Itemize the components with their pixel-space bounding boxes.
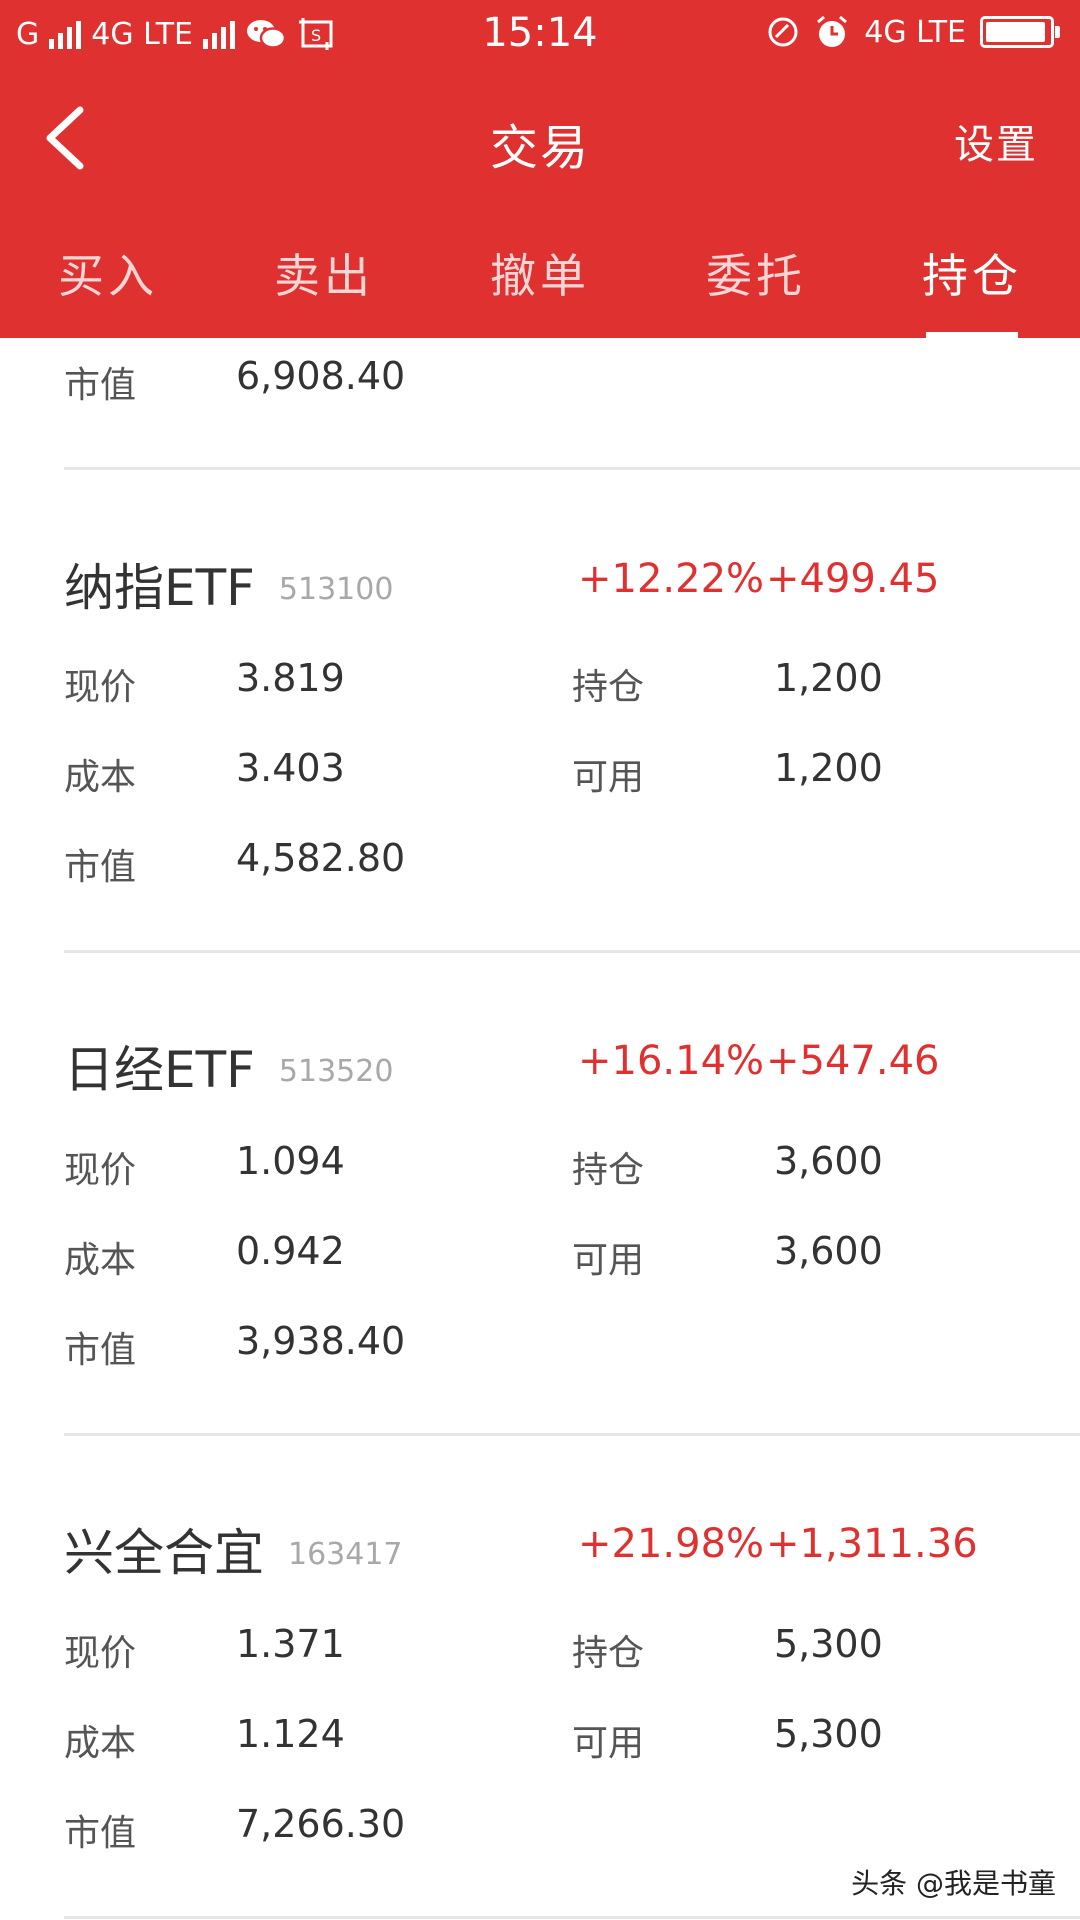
- market-value: 6,908.40: [236, 354, 406, 398]
- current-price: 1.094: [236, 1139, 345, 1183]
- available-qty: 1,200: [774, 746, 883, 790]
- current-price: 1.371: [236, 1622, 345, 1666]
- divider: [64, 950, 1080, 953]
- profit-amount: +1,311.36: [766, 1521, 978, 1567]
- watermark: 头条 @我是书童: [851, 1867, 1056, 1900]
- stock-name-row: 兴全合宜 163417: [64, 1513, 403, 1585]
- price-label: 现价: [64, 1150, 137, 1191]
- available-label: 可用: [572, 757, 645, 798]
- stock-name: 兴全合宜: [64, 1524, 264, 1582]
- title-bar: 交易 设置: [0, 90, 1080, 180]
- market-value-label: 市值: [64, 847, 137, 888]
- available-qty: 5,300: [774, 1712, 883, 1756]
- position-qty: 3,600: [774, 1139, 883, 1183]
- cost-price: 1.124: [236, 1712, 345, 1756]
- divider: [64, 467, 1080, 470]
- available-label: 可用: [572, 1240, 645, 1281]
- alarm-icon: [817, 15, 848, 47]
- settings-button[interactable]: 设置: [954, 112, 1038, 170]
- market-value: 4,582.80: [236, 836, 406, 880]
- profit-amount: +499.45: [766, 556, 940, 602]
- tab-orders[interactable]: 委托: [648, 240, 864, 306]
- position-label: 持仓: [572, 1633, 645, 1674]
- stock-name-row: 纳指ETF 513100: [64, 548, 393, 620]
- cost-label: 成本: [64, 1723, 137, 1764]
- battery-fill: [986, 22, 1045, 42]
- cost-price: 0.942: [236, 1229, 345, 1273]
- profit-percent: +21.98%: [578, 1521, 765, 1567]
- position-label: 持仓: [572, 667, 645, 708]
- stock-name: 日经ETF: [64, 1041, 255, 1099]
- divider: [64, 1916, 1080, 1919]
- price-label: 现价: [64, 667, 137, 708]
- status-right: 4G LTE: [766, 14, 1060, 50]
- current-price: 3.819: [236, 656, 345, 700]
- tab-buy[interactable]: 买入: [0, 240, 216, 306]
- battery-icon: [980, 16, 1060, 48]
- stock-code: 513520: [278, 1054, 394, 1089]
- app-header: G 4G LTE S 15:14 4G LTE 交易 设置 买入 卖出 撤单 委…: [0, 0, 1080, 338]
- tab-cancel[interactable]: 撤单: [432, 240, 648, 306]
- market-value-label: 市值: [64, 365, 137, 406]
- network-label-2: 4G LTE: [864, 14, 966, 50]
- available-label: 可用: [572, 1723, 645, 1764]
- stock-code: 163417: [288, 1537, 403, 1572]
- position-qty: 5,300: [774, 1622, 883, 1666]
- market-value: 7,266.30: [236, 1802, 406, 1846]
- holdings-list: 市值 6,908.40 纳指ETF 513100 +12.22% +499.45 …: [0, 338, 1080, 1920]
- tab-holdings[interactable]: 持仓: [864, 240, 1080, 306]
- profit-percent: +16.14%: [578, 1038, 765, 1084]
- cost-label: 成本: [64, 757, 137, 798]
- tab-bar: 买入 卖出 撤单 委托 持仓: [0, 230, 1080, 338]
- profit-amount: +547.46: [766, 1038, 940, 1084]
- position-qty: 1,200: [774, 656, 883, 700]
- tab-sell[interactable]: 卖出: [216, 240, 432, 306]
- stock-code: 513100: [278, 572, 394, 607]
- divider: [64, 1433, 1080, 1436]
- position-label: 持仓: [572, 1150, 645, 1191]
- stock-name-row: 日经ETF 513520: [64, 1030, 393, 1102]
- market-value: 3,938.40: [236, 1319, 406, 1363]
- nfc-icon: [768, 17, 798, 47]
- cost-label: 成本: [64, 1240, 137, 1281]
- market-value-label: 市值: [64, 1813, 137, 1854]
- profit-percent: +12.22%: [578, 556, 765, 602]
- price-label: 现价: [64, 1633, 137, 1674]
- available-qty: 3,600: [774, 1229, 883, 1273]
- cost-price: 3.403: [236, 746, 345, 790]
- stock-name: 纳指ETF: [64, 559, 255, 617]
- page-title: 交易: [489, 120, 590, 176]
- market-value-label: 市值: [64, 1330, 137, 1371]
- status-bar: G 4G LTE S 15:14 4G LTE: [0, 0, 1080, 70]
